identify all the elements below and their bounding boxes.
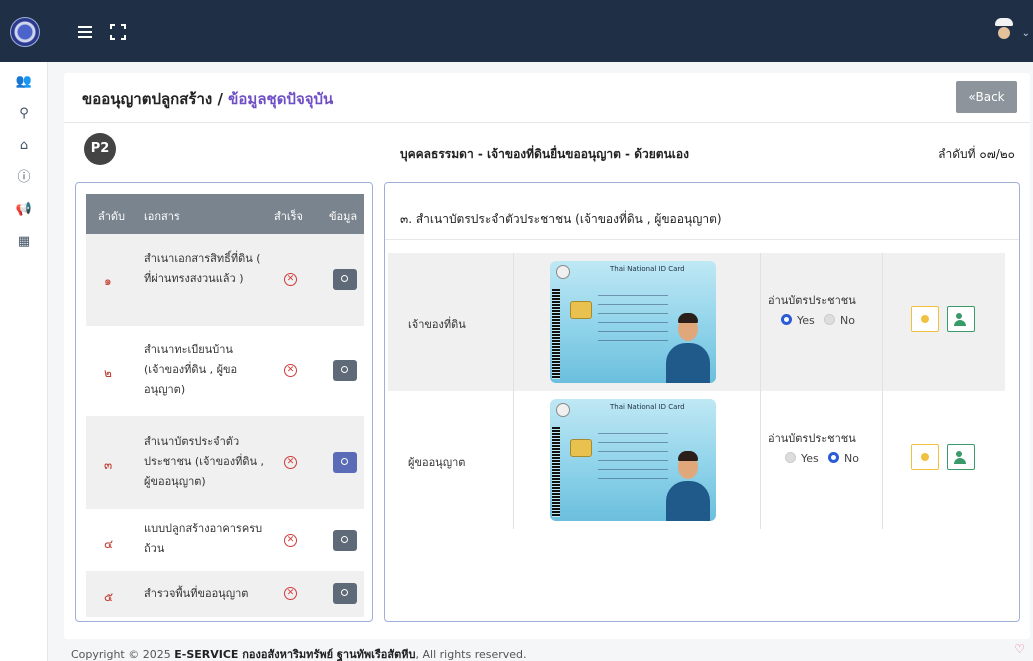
footer-suffix: , All rights reserved. [415,648,527,661]
case-title: บุคคลธรรมดา - เจ้าของที่ดินยื่นขออนุญาต … [400,147,689,161]
person-row-owner: เจ้าของที่ดิน Thai National ID Card อ่าน… [388,253,1005,391]
person-row-applicant: ผู้ขออนุญาต Thai National ID Card อ่านบั… [388,391,1005,529]
status-fail-icon: ✕ [284,534,297,547]
radio-no[interactable] [824,314,835,325]
footer-prefix: Copyright © 2025 [71,648,171,661]
view-data-button[interactable] [333,583,357,604]
radio-yes-label: Yes [797,314,815,327]
map-pin-icon[interactable]: ⚲ [0,102,48,126]
radio-no[interactable] [828,452,839,463]
header-done: สำเร็จ [274,210,304,223]
status-fail-icon: ✕ [284,364,297,377]
case-badge: P2 [84,133,116,165]
row-number: ๔ [104,537,114,551]
view-data-button[interactable] [333,360,357,381]
view-data-button[interactable] [333,452,357,473]
person-label: ผู้ขออนุญาต [408,456,466,469]
table-row: ๓ สำเนาบัตรประจำตัวประชาชน (เจ้าของที่ดิ… [86,416,364,509]
emblem-icon [556,265,570,279]
header-no: ลำดับ [98,210,126,223]
id-card-title: Thai National ID Card [610,403,685,411]
chip-icon [570,439,592,457]
megaphone-icon[interactable]: 📢 [0,198,48,222]
row-document: สำเนาเอกสารสิทธิ์ที่ดิน ( ที่ผ่านทรงสงวน… [144,252,261,285]
read-card-label: อ่านบัตรประชาชน [768,294,856,307]
logo[interactable] [10,17,40,47]
breadcrumb: ขออนุญาตปลูกสร้าง / ข้อมูลชุดปัจจุบัน [82,87,333,111]
id-card-image: Thai National ID Card [550,399,716,521]
top-bar: ⌄ [0,0,1033,62]
divider [64,122,1030,123]
table-row: ๒ สำเนาทะเบียนบ้าน (เจ้าของที่ดิน , ผู้ข… [86,326,364,416]
radio-yes[interactable] [785,452,796,463]
sidebar: 👥 ⚲ ⌂ ⓘ 📢 ▦ [0,62,48,661]
row-number: ๓ [104,458,113,472]
view-data-button[interactable] [333,530,357,551]
chip-icon [570,301,592,319]
status-fail-icon: ✕ [284,456,297,469]
home-icon[interactable]: ⌂ [0,134,48,158]
info-icon[interactable]: ⓘ [0,166,48,190]
document-table: ลำดับ เอกสาร สำเร็จ ข้อมูล ๑ สำเนาเอกสาร… [75,182,373,622]
back-button[interactable]: «Back [956,81,1017,113]
detail-panel: ๓. สำเนาบัตรประจำตัวประชาชน (เจ้าของที่ด… [384,182,1020,622]
person-action-button[interactable] [947,444,975,470]
row-number: ๒ [104,366,112,380]
table-row: ๕ สำรวจพื้นที่ขออนุญาต ✕ [86,571,364,617]
settings-button[interactable] [911,306,939,332]
calendar-icon[interactable]: ▦ [0,230,48,254]
table-row: ๔ แบบปลูกสร้างอาคารครบถ้วน ✕ [86,509,364,571]
header-doc: เอกสาร [144,210,180,223]
id-card-image: Thai National ID Card [550,261,716,383]
row-document: สำเนาทะเบียนบ้าน (เจ้าของที่ดิน , ผู้ขออ… [144,343,238,396]
emblem-icon [556,403,570,417]
table-header: ลำดับ เอกสาร สำเร็จ ข้อมูล [86,194,364,234]
person-label: เจ้าของที่ดิน [408,318,466,331]
settings-button[interactable] [911,444,939,470]
header-data: ข้อมูล [329,210,358,223]
row-document: สำรวจพื้นที่ขออนุญาต [144,587,249,600]
divider [385,239,1019,240]
table-row: ๑ สำเนาเอกสารสิทธิ์ที่ดิน ( ที่ผ่านทรงสง… [86,234,364,326]
breadcrumb-parent: ขออนุญาตปลูกสร้าง / [82,90,223,108]
status-fail-icon: ✕ [284,273,297,286]
row-document: แบบปลูกสร้างอาคารครบถ้วน [144,522,263,555]
read-card-label: อ่านบัตรประชาชน [768,432,856,445]
row-document: สำเนาบัตรประจำตัวประชาชน (เจ้าของที่ดิน … [144,435,265,488]
fullscreen-icon[interactable] [110,24,126,40]
content-card: ขออนุญาตปลูกสร้าง / ข้อมูลชุดปัจจุบัน «B… [64,73,1030,639]
person-action-button[interactable] [947,306,975,332]
sequence-number: ลำดับที่ ๐๗/๒๐ [938,147,1015,161]
footer: Copyright © 2025 E-SERVICE กองอสังหาริมท… [71,645,527,661]
user-avatar-icon[interactable] [993,18,1015,40]
detail-title: ๓. สำเนาบัตรประจำตัวประชาชน (เจ้าของที่ด… [400,212,722,226]
status-fail-icon: ✕ [284,587,297,600]
menu-icon[interactable] [78,26,92,38]
row-number: ๕ [104,590,114,604]
chevron-down-icon[interactable]: ⌄ [1022,28,1030,39]
footer-brand: E-SERVICE กองอสังหาริมทรัพย์ ฐานทัพเรือส… [174,648,416,661]
radio-no-label: No [844,452,859,465]
id-card-title: Thai National ID Card [610,265,685,273]
heart-icon: ♡ [1014,642,1025,656]
user-group-icon[interactable]: 👥 [0,70,48,94]
row-number: ๑ [104,274,112,288]
radio-no-label: No [840,314,855,327]
radio-yes[interactable] [781,314,792,325]
view-data-button[interactable] [333,269,357,290]
breadcrumb-current: ข้อมูลชุดปัจจุบัน [228,90,334,108]
radio-yes-label: Yes [801,452,819,465]
